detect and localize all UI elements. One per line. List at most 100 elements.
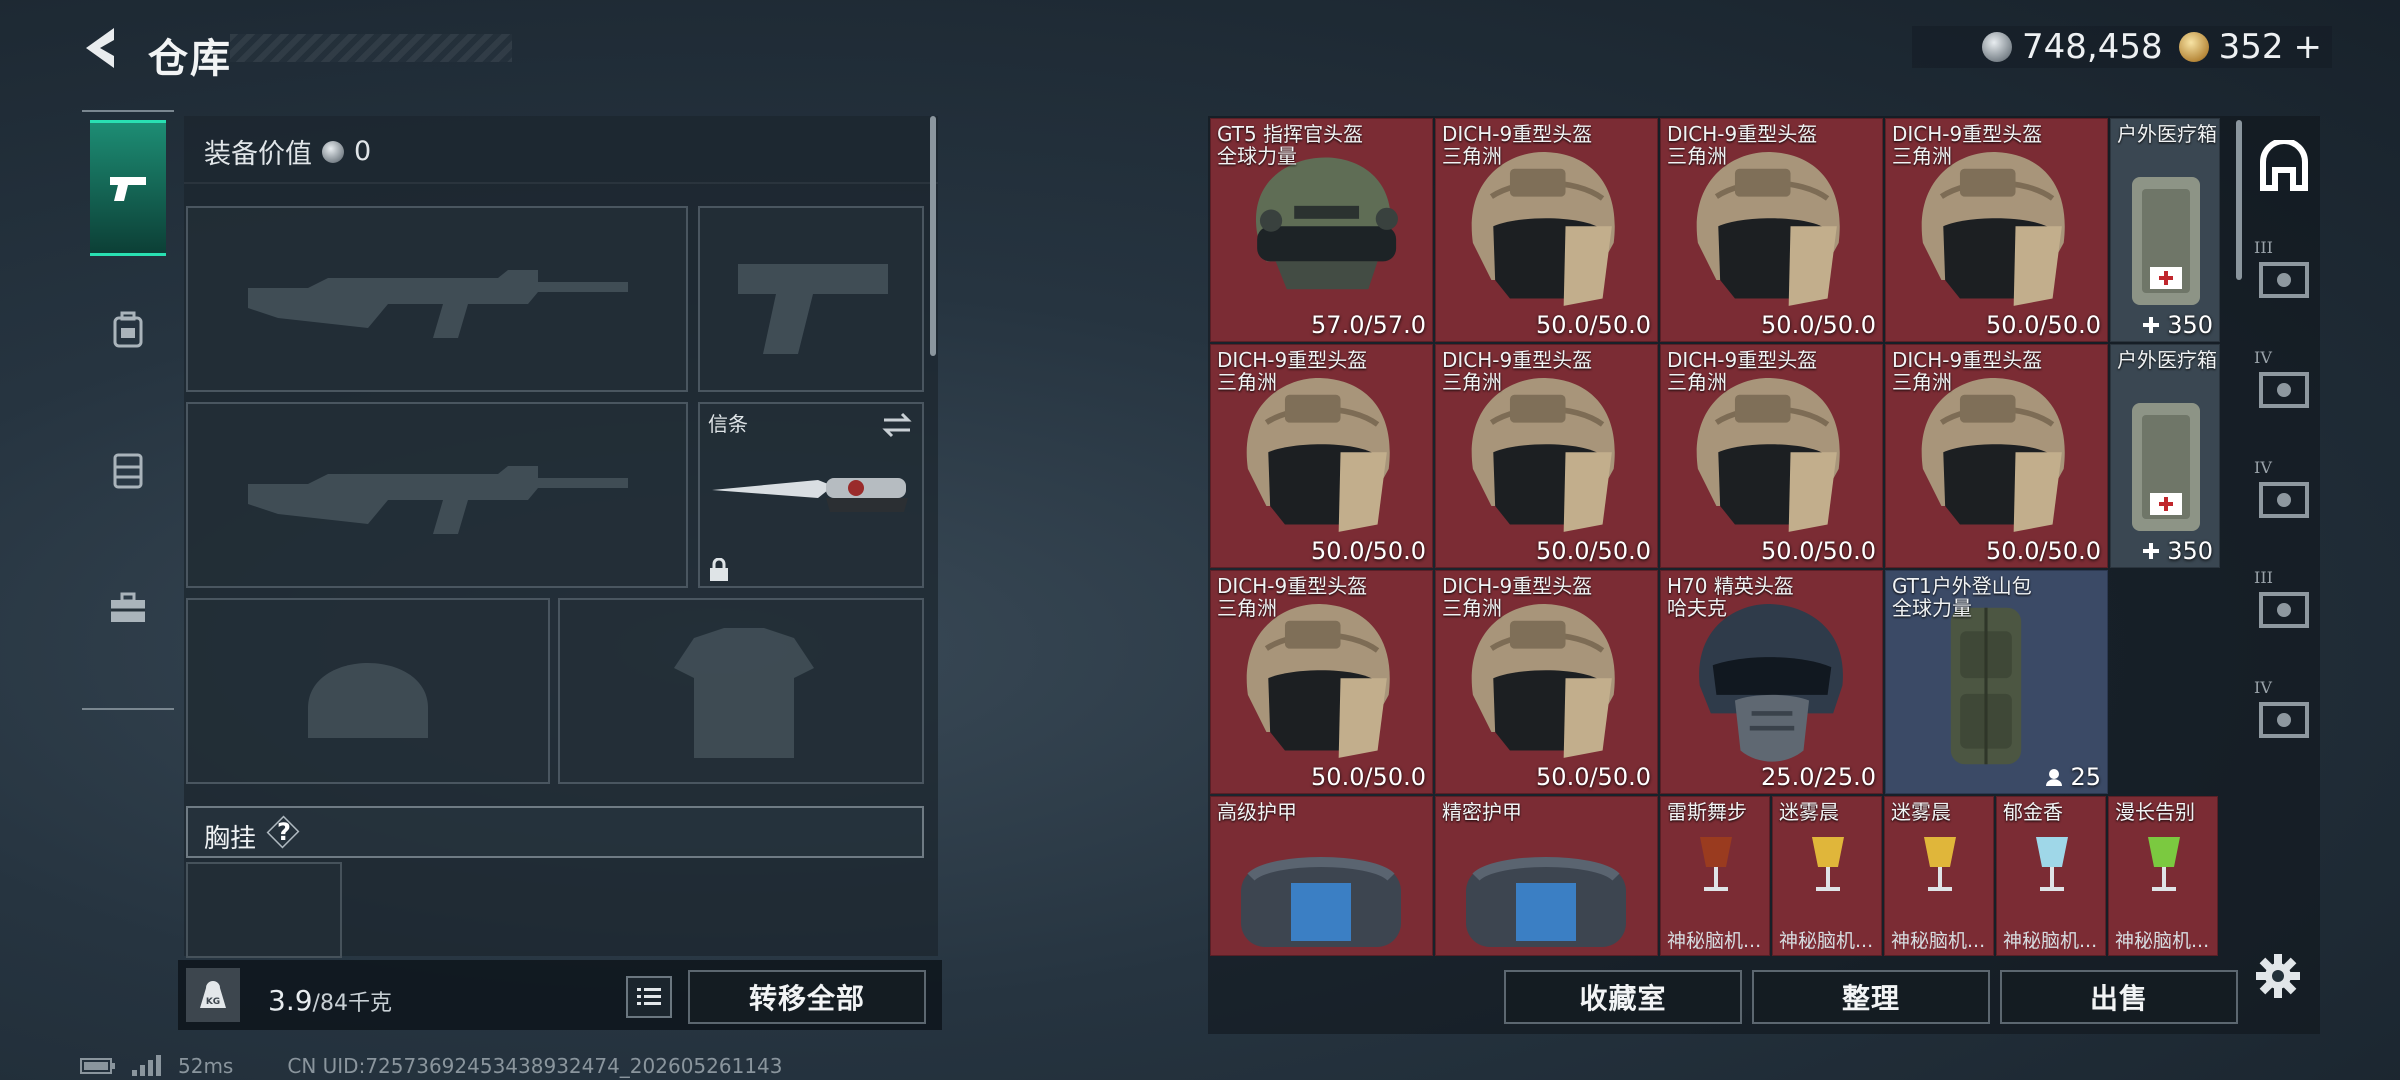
- pistol-icon: [110, 177, 146, 201]
- filter-tier[interactable]: III: [2252, 232, 2316, 322]
- list-view-button[interactable]: [626, 976, 672, 1018]
- header-decoration: [230, 34, 512, 62]
- status-bar: 52ms CN UID:7257369245343893247​4_202605…: [80, 1054, 783, 1078]
- filter-tier[interactable]: IV: [2252, 452, 2316, 542]
- loadout-scrollbar[interactable]: [930, 116, 936, 356]
- helmet-item[interactable]: H70 精英头盔 哈夫克 25.0/25.0: [1660, 570, 1883, 794]
- gear-container-icon: [2259, 372, 2309, 408]
- sort-button[interactable]: 整理: [1752, 970, 1990, 1024]
- tab-vest[interactable]: [90, 402, 166, 538]
- gold-currency[interactable]: 352 +: [2178, 27, 2323, 67]
- helmet-item[interactable]: DICH-9重型头盔 三角洲 50.0/50.0: [1660, 344, 1883, 568]
- sell-button[interactable]: 出售: [2000, 970, 2238, 1024]
- drink-icon: [1812, 837, 1844, 891]
- item-name: DICH-9重型头盔: [1892, 348, 2043, 372]
- melee-slot[interactable]: 信条: [698, 402, 924, 588]
- tier-label: IV: [2254, 348, 2272, 367]
- ping-text: 52ms: [178, 1054, 234, 1078]
- item-faction: 三角洲: [1892, 370, 1952, 394]
- consumable-item[interactable]: 迷雾晨 神秘脑机...: [1772, 796, 1882, 956]
- chest-rig-slot[interactable]: [186, 862, 342, 958]
- item-name: 郁金香: [2003, 800, 2063, 824]
- tier-label: IV: [2254, 458, 2272, 477]
- helmet-item[interactable]: DICH-9重型头盔 三角洲 50.0/50.0: [1435, 118, 1658, 342]
- tab-backpack[interactable]: [90, 262, 166, 398]
- medkit-item[interactable]: 户外医疗箱 350: [2110, 118, 2220, 342]
- body-armor-slot[interactable]: [558, 598, 924, 784]
- helmet-item[interactable]: DICH-9重型头盔 三角洲 50.0/50.0: [1885, 344, 2108, 568]
- briefcase-icon: [111, 592, 145, 622]
- chest-rig-label: 胸挂: [204, 824, 257, 854]
- filter-tier[interactable]: IV: [2252, 342, 2316, 432]
- help-mark: ?: [277, 818, 291, 846]
- filter-tier[interactable]: III: [2252, 562, 2316, 652]
- add-currency-button[interactable]: +: [2294, 27, 2323, 67]
- item-faction: 三角洲: [1667, 370, 1727, 394]
- armor-item[interactable]: 高级护甲: [1210, 796, 1433, 956]
- drink-icon: [1924, 837, 1956, 891]
- durability-value: 50.0/50.0: [1761, 537, 1876, 565]
- consumable-item[interactable]: 迷雾晨 神秘脑机...: [1884, 796, 1994, 956]
- helmet-item[interactable]: DICH-9重型头盔 三角洲 50.0/50.0: [1885, 118, 2108, 342]
- durability-value: 50.0/50.0: [1761, 311, 1876, 339]
- stash-home-icon: [2260, 140, 2308, 191]
- helmet-item[interactable]: DICH-9重型头盔 三角洲 50.0/50.0: [1435, 344, 1658, 568]
- primary-weapon-slot[interactable]: [186, 206, 688, 392]
- filter-tier[interactable]: IV: [2252, 672, 2316, 762]
- item-name: 户外医疗箱: [2117, 122, 2217, 146]
- durability-value: 50.0/50.0: [1986, 311, 2101, 339]
- settings-button[interactable]: [2254, 952, 2302, 1000]
- helmet-silhouette-icon: [308, 663, 428, 738]
- swap-icon[interactable]: [880, 410, 914, 440]
- secondary-weapon-slot[interactable]: [186, 402, 688, 588]
- helmet-item[interactable]: DICH-9重型头盔 三角洲 50.0/50.0: [1210, 570, 1433, 794]
- gold-amount: 352: [2218, 27, 2284, 67]
- filter-all[interactable]: [2252, 122, 2316, 212]
- battery-icon: [80, 1058, 115, 1074]
- item-secondary-name: 神秘脑机...: [2003, 930, 2098, 952]
- tab-weapons[interactable]: [90, 120, 166, 256]
- helmet-item[interactable]: DICH-9重型头盔 三角洲 50.0/50.0: [1210, 344, 1433, 568]
- weight-icon: KG: [186, 968, 240, 1022]
- stash-scrollbar[interactable]: [2236, 120, 2242, 280]
- sidearm-slot[interactable]: [698, 206, 924, 392]
- transfer-all-button[interactable]: 转移全部: [688, 970, 926, 1024]
- gear-icon: [2256, 954, 2300, 998]
- helmet-item[interactable]: GT5 指挥官头盔 全球力量 57.0/57.0: [1210, 118, 1433, 342]
- uses-value: 350: [2167, 311, 2213, 339]
- durability-value: 50.0/50.0: [1311, 537, 1426, 565]
- gear-container-icon: [2259, 702, 2309, 738]
- consumable-item[interactable]: 漫长告别 神秘脑机...: [2108, 796, 2218, 956]
- tab-case[interactable]: [90, 540, 166, 676]
- item-faction: 三角洲: [1667, 144, 1727, 168]
- tier-label: III: [2254, 568, 2273, 587]
- medkit-icon: [2132, 177, 2200, 305]
- rifle-silhouette-icon: [248, 466, 628, 534]
- gear-container-icon: [2259, 262, 2309, 298]
- gold-coin-icon: [2178, 32, 2209, 62]
- consumable-item[interactable]: 雷斯舞步 神秘脑机...: [1660, 796, 1770, 956]
- equipment-value: 装备价值 0: [204, 132, 371, 171]
- durability-value: 50.0/50.0: [1536, 537, 1651, 565]
- medkit-icon: [2132, 403, 2200, 531]
- consumable-item[interactable]: 郁金香神秘脑机...: [1996, 796, 2106, 956]
- item-faction: 三角洲: [1892, 144, 1952, 168]
- item-name: DICH-9重型头盔: [1442, 348, 1593, 372]
- back-button[interactable]: [78, 22, 124, 74]
- medkit-item[interactable]: 户外医疗箱 350: [2110, 344, 2220, 568]
- helmet-slot[interactable]: [186, 598, 550, 784]
- item-secondary-name: 神秘脑机...: [1779, 930, 1874, 952]
- backpack-item[interactable]: GT1户外登山包 全球力量 25: [1885, 570, 2108, 794]
- item-name: H70 精英头盔: [1667, 574, 1794, 598]
- collection-room-button[interactable]: 收藏室: [1504, 970, 1742, 1024]
- item-uses: 350: [2141, 537, 2213, 565]
- helmet-item[interactable]: DICH-9重型头盔 三角洲 50.0/50.0: [1435, 570, 1658, 794]
- durability-value: 57.0/57.0: [1311, 311, 1426, 339]
- armor-item[interactable]: 精密护甲: [1435, 796, 1658, 956]
- capacity-icon: [2046, 769, 2063, 786]
- stash-grid: GT5 指挥官头盔 全球力量 57.0/57.0 DICH-9重型头盔 三角洲 50.0/…: [1210, 118, 2222, 960]
- helmet-item[interactable]: DICH-9重型头盔 三角洲 50.0/50.0: [1660, 118, 1883, 342]
- gear-container-icon: [2259, 592, 2309, 628]
- equipment-value-label: 装备价值: [204, 139, 312, 170]
- silver-coin-icon: [1981, 32, 2012, 62]
